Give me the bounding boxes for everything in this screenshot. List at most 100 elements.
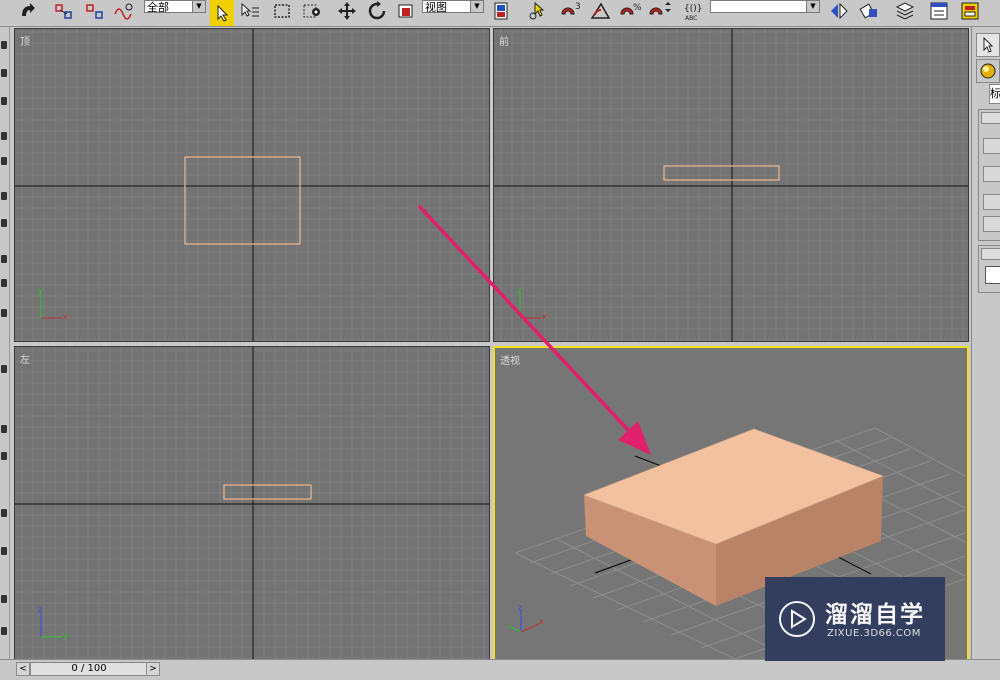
layer-manager-icon[interactable] [893,0,917,22]
watermark-subtitle: ZIXUE.3D66.COM [827,628,921,639]
box-object-front-view [663,165,780,181]
tool-icon[interactable] [1,41,7,49]
svg-text:y: y [63,631,68,640]
viewport-label-left[interactable]: 左 [20,351,30,366]
object-type-rollout [978,109,1000,241]
axis-tripod-icon: y x [38,286,68,321]
pivot-center-icon[interactable] [490,0,512,22]
viewport-front[interactable]: z x 前 [493,28,969,342]
svg-text:x: x [542,312,547,321]
time-slider[interactable]: 0 / 100 [30,662,148,676]
play-logo-icon [779,601,815,637]
selection-filter-value: 全部 [147,1,169,14]
tool-icon[interactable] [1,425,7,433]
angle-snap-icon[interactable] [589,0,615,22]
rectangular-selection-icon[interactable] [270,0,294,22]
time-next-button[interactable]: > [146,662,160,676]
panel-dropdown[interactable]: 标 [989,84,1000,104]
axis-tripod-icon: z x [517,286,547,321]
object-type-button[interactable] [983,216,1000,232]
reference-coordinate-dropdown[interactable]: 视图 ▼ [422,0,484,14]
tool-icon[interactable] [1,255,7,263]
box-object-top-view [184,156,301,245]
svg-text:z: z [517,286,521,295]
tool-icon[interactable] [1,595,7,603]
object-type-button[interactable] [983,166,1000,182]
schematic-view-icon[interactable] [958,0,982,22]
rollout-collapse-button[interactable] [981,112,1000,124]
selection-filter-dropdown[interactable]: 全部 ▼ [144,0,206,14]
top-viewport-canvas: y x [15,29,489,341]
rollout-collapse-button[interactable] [981,248,1000,260]
tool-icon[interactable] [1,132,7,140]
select-and-move-icon[interactable] [335,0,359,22]
axis-tripod-icon: z x [508,603,544,633]
tool-icon[interactable] [1,309,7,317]
svg-text:ABC: ABC [685,15,697,22]
viewport-label-top[interactable]: 顶 [20,33,30,48]
chevron-down-icon: ▼ [806,1,819,12]
left-viewport-canvas: z y [15,347,489,660]
tool-icon[interactable] [1,547,7,555]
viewport-label-front[interactable]: 前 [499,33,509,48]
svg-text:x: x [63,312,68,321]
viewport-top[interactable]: y x 顶 [14,28,490,342]
axis-tripod-icon: z y [38,605,68,640]
object-type-button[interactable] [983,194,1000,210]
tool-icon[interactable] [1,452,7,460]
panel-dropdown-value: 标 [990,87,1000,100]
select-and-rotate-icon[interactable] [365,0,389,22]
left-tool-strip [0,27,10,667]
tool-icon[interactable] [1,279,7,287]
time-slider-bar: < 0 / 100 > [0,659,1000,680]
named-selection-dropdown[interactable]: ▼ [710,0,820,13]
bind-space-warp-icon[interactable] [112,0,136,22]
create-tab-icon[interactable] [976,33,1000,57]
curve-editor-icon[interactable] [927,0,951,22]
chevron-down-icon: ▼ [192,1,205,12]
reference-coordinate-value: 视图 [425,1,447,14]
object-type-button[interactable] [983,138,1000,154]
tool-icon[interactable] [1,365,7,373]
select-and-manipulate-icon[interactable] [525,0,549,22]
svg-text:z: z [38,605,42,614]
align-icon[interactable] [858,0,882,22]
viewport-left[interactable]: z y 左 [14,346,490,661]
object-name-field[interactable] [985,266,1000,284]
redo-icon[interactable] [16,0,40,22]
tool-icon[interactable] [1,219,7,227]
command-panel: 标 [971,27,1000,667]
named-selection-set-icon[interactable]: {()} ABC [682,0,708,22]
mirror-icon[interactable] [827,0,851,22]
unlink-selection-icon[interactable] [84,0,106,22]
chevron-down-icon: ▼ [470,1,483,12]
geometry-category-icon[interactable] [976,59,1000,83]
window-crossing-icon[interactable] [300,0,324,22]
svg-text:z: z [518,603,522,612]
svg-text:%: % [633,3,642,13]
frame-counter: 0 / 100 [71,663,107,674]
main-toolbar: 全部 ▼ 视图 ▼ 3 % {()} ABC ▼ [0,0,1000,27]
svg-text:3: 3 [575,2,581,12]
time-prev-button[interactable]: < [16,662,30,676]
select-and-link-icon[interactable] [53,0,75,22]
tool-icon[interactable] [1,97,7,105]
snaps-toggle-icon[interactable]: 3 [558,0,584,22]
tool-icon[interactable] [1,69,7,77]
percent-snap-icon[interactable]: % [618,0,644,22]
spinner-snap-icon[interactable] [647,0,673,22]
tool-icon[interactable] [1,627,7,635]
select-by-name-icon[interactable] [238,0,262,22]
box-object-left-view [223,484,312,500]
tool-icon[interactable] [1,509,7,517]
watermark-logo: 溜溜自学 ZIXUE.3D66.COM [765,577,945,661]
viewport-label-perspective[interactable]: 透视 [500,352,520,367]
svg-text:y: y [38,286,43,295]
tool-icon[interactable] [1,157,7,165]
select-object-button[interactable] [210,0,234,26]
svg-text:x: x [539,617,544,626]
svg-text:{()}: {()} [684,4,702,14]
select-and-scale-icon[interactable] [394,0,418,22]
tool-icon[interactable] [1,192,7,200]
watermark-title: 溜溜自学 [825,602,925,628]
